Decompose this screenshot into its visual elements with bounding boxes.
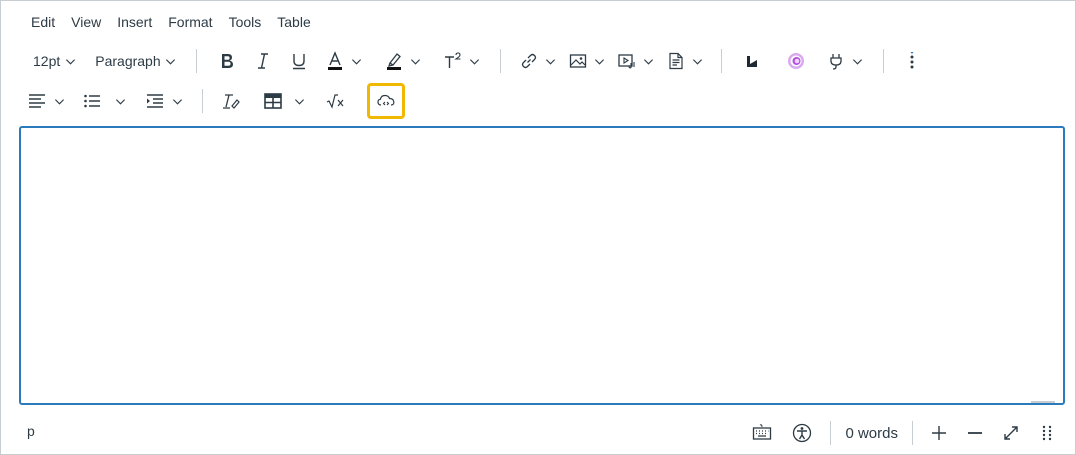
toolbar-row-1: 12pt Paragraph: [23, 44, 928, 78]
editor-content-area[interactable]: [19, 126, 1065, 405]
indent-icon: [143, 89, 167, 113]
block-format-select[interactable]: Paragraph: [83, 45, 183, 77]
italic-button[interactable]: [251, 45, 275, 77]
app-b-icon: [784, 49, 808, 73]
editor-resize-grip: [1031, 401, 1055, 403]
font-size-value: 12pt: [33, 53, 61, 69]
toolbar-separator: [202, 89, 203, 113]
chevron-down-icon: [63, 54, 77, 68]
zoom-in-button[interactable]: [927, 417, 951, 449]
plugin-button[interactable]: [824, 45, 865, 77]
chevron-down-icon: [544, 54, 558, 68]
menu-table[interactable]: Table: [269, 14, 318, 30]
toolbar-separator: [195, 49, 197, 73]
minus-icon: [963, 421, 987, 445]
image-icon: [566, 49, 590, 73]
chevron-down-icon: [113, 94, 127, 108]
table-icon: [261, 89, 285, 113]
resize-handle[interactable]: [1035, 417, 1059, 449]
link-button[interactable]: [517, 45, 558, 77]
keyboard-shortcuts-button[interactable]: [750, 417, 774, 449]
clear-format-icon: [219, 89, 243, 113]
app-b-button[interactable]: [784, 45, 808, 77]
element-path[interactable]: p: [27, 423, 35, 439]
toolbar-separator: [720, 49, 722, 73]
menu-tools[interactable]: Tools: [221, 14, 270, 30]
status-separator: [912, 421, 913, 445]
bold-button[interactable]: [215, 45, 239, 77]
plus-icon: [927, 421, 951, 445]
align-left-icon: [25, 89, 49, 113]
cloud-embed-icon: [374, 89, 398, 113]
underline-button[interactable]: [287, 45, 311, 77]
align-button[interactable]: [25, 85, 66, 117]
bullet-list-button[interactable]: [80, 85, 127, 117]
fullscreen-button[interactable]: [999, 417, 1023, 449]
status-bar-actions: 0 words: [742, 417, 1061, 449]
menu-insert[interactable]: Insert: [109, 14, 160, 30]
more-icon: [900, 49, 924, 73]
superscript-button[interactable]: [441, 45, 482, 77]
chevron-down-icon: [691, 54, 705, 68]
drag-handle-icon: [1035, 421, 1059, 445]
chevron-down-icon: [170, 94, 184, 108]
toolbar-separator: [882, 49, 884, 73]
menubar: Edit View Insert Format Tools Table: [23, 11, 319, 33]
chevron-down-icon: [409, 54, 423, 68]
zoom-out-button[interactable]: [963, 417, 987, 449]
math-equation-icon: [324, 89, 348, 113]
media-button[interactable]: [615, 45, 656, 77]
accessibility-checker-button[interactable]: [790, 417, 814, 449]
toolbar-separator: [499, 49, 501, 73]
accessibility-icon: [790, 421, 814, 445]
chevron-down-icon: [164, 54, 178, 68]
media-icon: [615, 49, 639, 73]
menu-view[interactable]: View: [63, 14, 109, 30]
underline-icon: [287, 49, 311, 73]
chevron-down-icon: [292, 94, 306, 108]
highlight-color-button[interactable]: [382, 45, 423, 77]
chevron-down-icon: [593, 54, 607, 68]
cloud-embed-button[interactable]: [367, 83, 405, 119]
chevron-down-icon: [642, 54, 656, 68]
clear-formatting-button[interactable]: [219, 85, 243, 117]
fullscreen-icon: [999, 421, 1023, 445]
chevron-down-icon: [468, 54, 482, 68]
plugin-icon: [824, 49, 848, 73]
text-color-icon: [323, 49, 347, 73]
math-equation-button[interactable]: [324, 85, 348, 117]
chevron-down-icon: [52, 94, 66, 108]
menu-format[interactable]: Format: [160, 14, 220, 30]
bold-icon: [215, 49, 239, 73]
document-icon: [664, 49, 688, 73]
word-count[interactable]: 0 words: [845, 425, 898, 442]
superscript-icon: [441, 49, 465, 73]
document-button[interactable]: [664, 45, 705, 77]
text-color-button[interactable]: [323, 45, 364, 77]
image-button[interactable]: [566, 45, 607, 77]
menu-edit[interactable]: Edit: [23, 14, 63, 30]
indent-button[interactable]: [143, 85, 184, 117]
chevron-down-icon: [851, 54, 865, 68]
app-a-icon: [740, 49, 764, 73]
block-format-value: Paragraph: [95, 53, 161, 69]
highlight-icon: [382, 49, 406, 73]
table-button[interactable]: [261, 85, 306, 117]
font-size-select[interactable]: 12pt: [23, 45, 83, 77]
status-bar: p 0 words: [1, 413, 1075, 453]
rich-text-editor: Edit View Insert Format Tools Table 12pt…: [0, 0, 1076, 455]
bullet-list-icon: [80, 89, 104, 113]
italic-icon: [251, 49, 275, 73]
keyboard-icon: [750, 421, 774, 445]
chevron-down-icon: [350, 54, 364, 68]
toolbar-row-2: [23, 83, 405, 119]
app-a-button[interactable]: [740, 45, 764, 77]
status-separator: [830, 421, 832, 445]
more-button[interactable]: [900, 45, 924, 77]
link-icon: [517, 49, 541, 73]
